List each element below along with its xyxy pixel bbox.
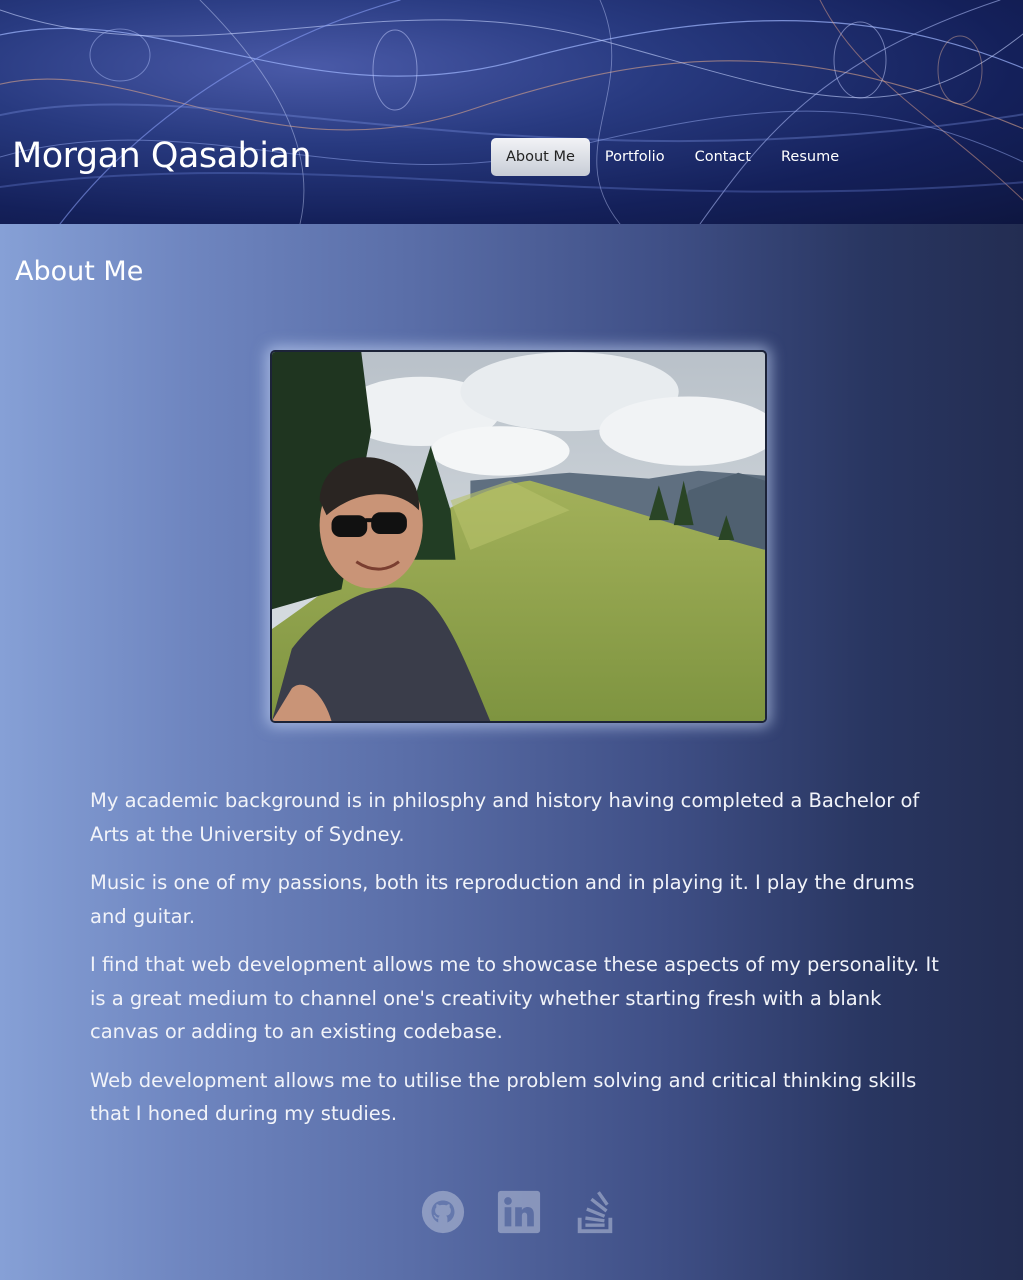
linkedin-link[interactable] xyxy=(496,1188,542,1236)
bio-paragraph: I find that web development allows me to… xyxy=(90,953,939,1043)
light-trails-background xyxy=(0,0,1023,224)
profile-photo xyxy=(270,350,767,723)
bio-paragraph: Music is one of my passions, both its re… xyxy=(90,871,915,928)
nav-contact[interactable]: Contact xyxy=(680,138,766,176)
social-links xyxy=(420,1188,618,1236)
nav-portfolio[interactable]: Portfolio xyxy=(590,138,680,176)
section-title: About Me xyxy=(15,256,144,287)
nav-about-me[interactable]: About Me xyxy=(491,138,590,176)
bio-paragraph: Web development allows me to utilise the… xyxy=(90,1068,917,1126)
main-nav: About Me Portfolio Contact Resume xyxy=(491,138,854,176)
linkedin-icon xyxy=(497,1190,541,1234)
stackoverflow-icon xyxy=(577,1191,613,1234)
github-icon xyxy=(421,1190,465,1234)
about-section: About Me My academic background is in ph… xyxy=(0,224,1023,1280)
bio-paragraph: My academic background is in philosphy a… xyxy=(90,789,920,846)
stackoverflow-link[interactable] xyxy=(572,1188,618,1236)
site-brand-name[interactable]: Morgan Qasabian xyxy=(12,136,312,176)
github-link[interactable] xyxy=(420,1188,466,1236)
site-header: Morgan Qasabian About Me Portfolio Conta… xyxy=(0,0,1023,224)
bio-text: My academic background is in philosphy a… xyxy=(90,784,950,1146)
nav-resume[interactable]: Resume xyxy=(766,138,854,176)
profile-photo-image xyxy=(272,352,765,721)
